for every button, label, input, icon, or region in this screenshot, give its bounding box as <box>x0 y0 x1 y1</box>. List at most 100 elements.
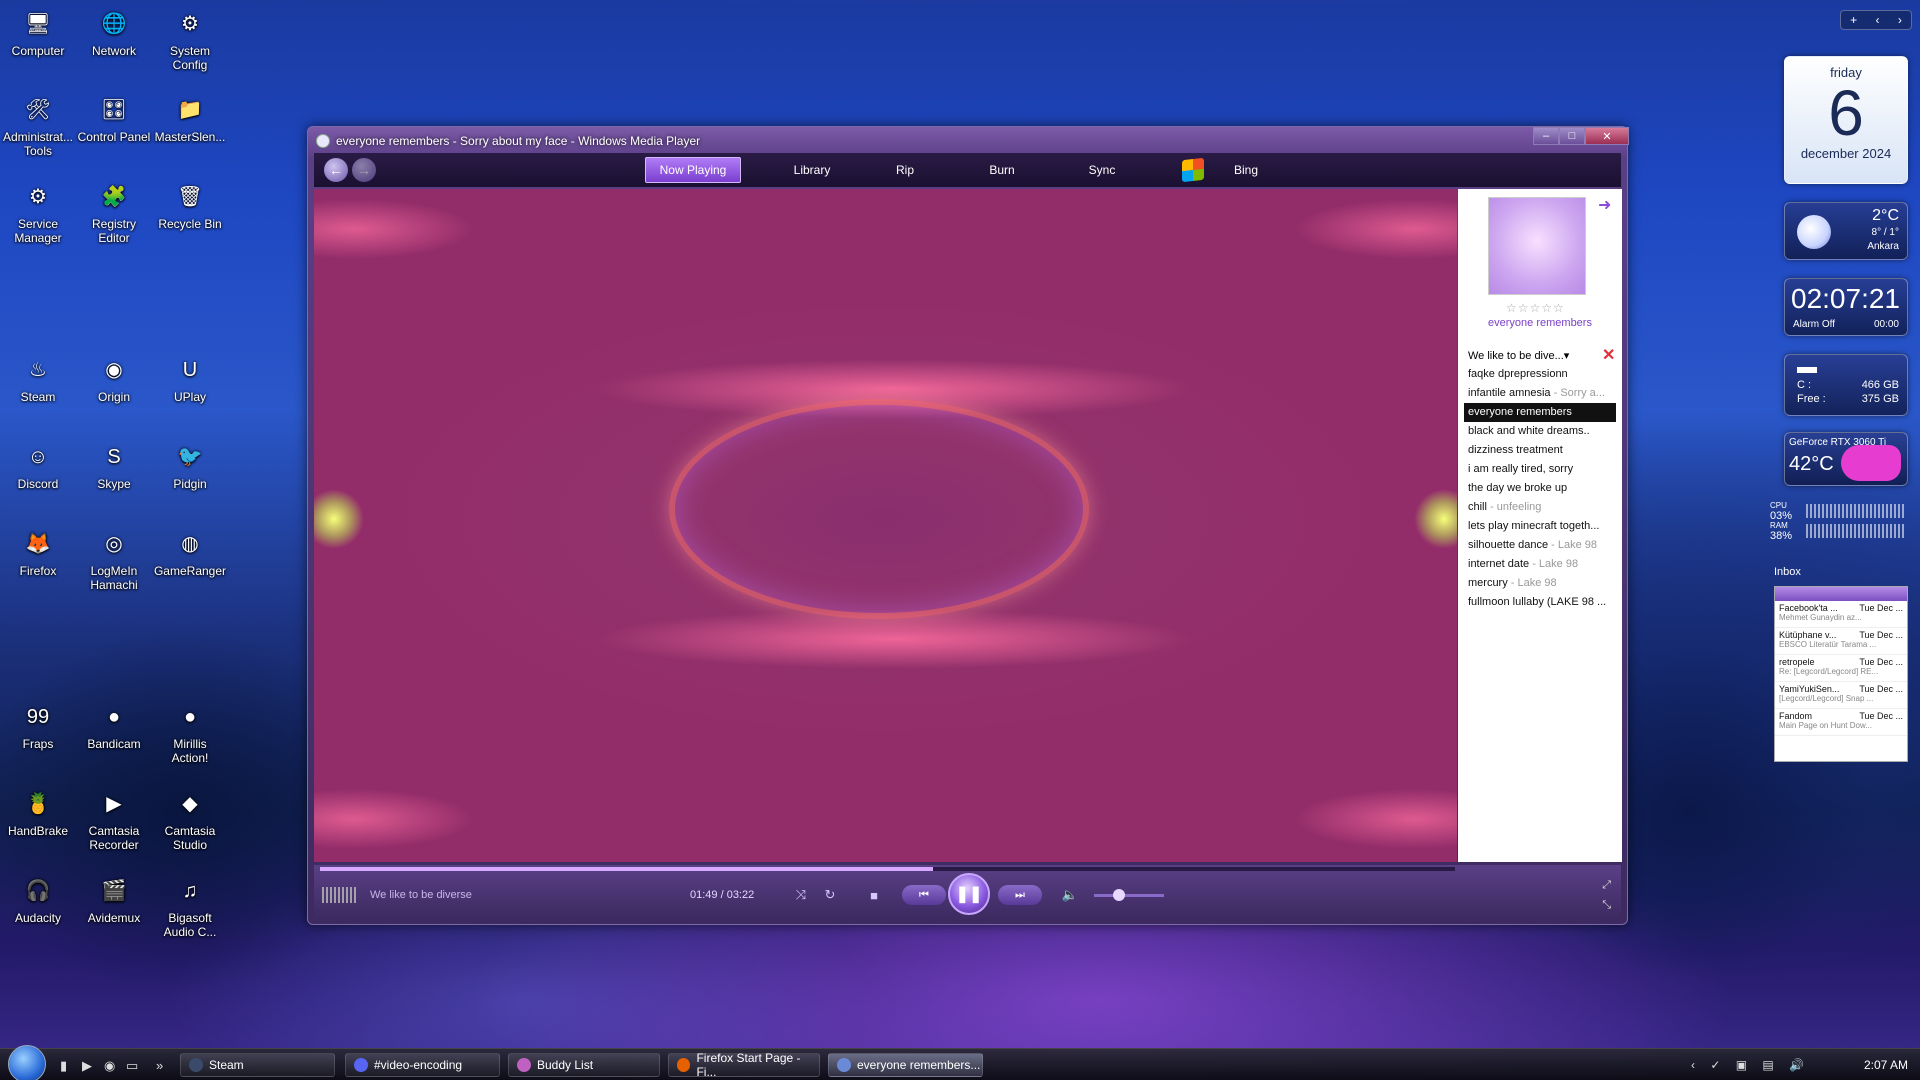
pause-button[interactable]: ❚❚ <box>948 873 990 915</box>
desktop-icon-discord[interactable]: ☺ Discord <box>0 441 76 491</box>
system-tray[interactable]: ‹ ✓ ▣ ▤ 🔊 <box>1691 1058 1810 1072</box>
mute-button[interactable]: 🔈 <box>1059 884 1081 906</box>
prev-icon[interactable]: ‹ <box>1876 13 1880 27</box>
mail-item[interactable]: Facebook'ta ... Tue Dec ... Mehmet Gunaydi… <box>1775 601 1907 628</box>
calendar-gadget[interactable]: friday 6 december 2024 <box>1784 56 1908 184</box>
sidebar-controls[interactable]: + ‹ › <box>1840 10 1912 30</box>
playlist-item[interactable]: fullmoon lullaby (LAKE 98 ... <box>1464 593 1616 612</box>
clear-list-icon[interactable]: ✕ <box>1602 345 1615 365</box>
taskbar-button[interactable]: Buddy List <box>508 1053 660 1077</box>
weather-gadget[interactable]: 2°C 8° / 1° Ankara <box>1784 202 1908 260</box>
playlist-item[interactable]: the day we broke up <box>1464 479 1616 498</box>
playlist-item[interactable]: black and white dreams.. <box>1464 422 1616 441</box>
tab-burn[interactable]: Burn <box>974 157 1030 183</box>
mail-item[interactable]: Fandom Tue Dec ... Main Page on Hunt Dow..… <box>1775 709 1907 736</box>
desktop-icon-registry-editor[interactable]: 🧩 Registry Editor <box>76 181 152 245</box>
tab-sync[interactable]: Sync <box>1074 157 1130 183</box>
desktop-icon-admin-tools[interactable]: 🛠 Administrat... Tools <box>0 94 76 158</box>
desktop-icon-bandicam[interactable]: ● Bandicam <box>76 701 152 751</box>
back-button[interactable]: ← <box>324 158 348 182</box>
taskbar-button[interactable]: everyone remembers... <box>828 1053 983 1077</box>
desktop-icon-bigasoft[interactable]: ♫ Bigasoft Audio C... <box>152 875 228 939</box>
media-player-quicklaunch-icon[interactable]: ▶ <box>82 1058 92 1074</box>
playlist-item[interactable]: faqke dprepressionn <box>1464 365 1616 384</box>
volume-knob[interactable] <box>1112 889 1125 901</box>
next-icon[interactable]: › <box>1898 13 1902 27</box>
add-gadget-icon[interactable]: + <box>1850 13 1857 27</box>
desktop-icon-recycle-bin[interactable]: 🗑 Recycle Bin <box>152 181 228 231</box>
taskbar-button[interactable]: Steam <box>180 1053 335 1077</box>
shuffle-button[interactable]: ⤨ <box>790 884 812 906</box>
stop-button[interactable]: ■ <box>863 884 885 906</box>
inbox-toolbar[interactable] <box>1775 587 1907 601</box>
app-quicklaunch-icon[interactable]: ◉ <box>104 1058 115 1074</box>
desktop-icon-firefox[interactable]: 🦊 Firefox <box>0 528 76 578</box>
seek-bar[interactable] <box>320 867 1455 871</box>
desktop-icon-skype[interactable]: S Skype <box>76 441 152 491</box>
desktop-icon-uplay[interactable]: U UPlay <box>152 354 228 404</box>
taskbar-clock[interactable]: 2:07 AM <box>1864 1058 1908 1072</box>
playlist-item[interactable]: i am really tired, sorry <box>1464 460 1616 479</box>
title-bar[interactable]: everyone remembers - Sorry about my face… <box>316 131 700 151</box>
rating-stars[interactable]: ☆☆☆☆☆ <box>1506 301 1565 315</box>
playlist-item[interactable]: silhouette dance - Lake 98 <box>1464 536 1616 555</box>
desktop-icon-computer[interactable]: 🖥 Computer <box>0 8 76 58</box>
album-title[interactable]: everyone remembers <box>1458 317 1622 329</box>
playlist-item[interactable]: mercury - Lake 98 <box>1464 574 1616 593</box>
album-art[interactable] <box>1488 197 1586 295</box>
desktop-icon-handbrake[interactable]: 🍍 HandBrake <box>0 788 76 838</box>
playlist-item[interactable]: everyone remembers <box>1464 403 1616 422</box>
quicklaunch-overflow-icon[interactable]: » <box>156 1058 163 1073</box>
desktop-icon-system-config[interactable]: ⚙ System Config <box>152 8 228 72</box>
desktop-icon-gameranger[interactable]: ◍ GameRanger <box>152 528 228 578</box>
windows-flag-icon[interactable] <box>1182 157 1204 183</box>
desktop-icon-camtasia-studio[interactable]: ◆ Camtasia Studio <box>152 788 228 852</box>
maximize-button[interactable]: □ <box>1559 127 1585 145</box>
playlist-item[interactable]: infantile amnesia - Sorry a... <box>1464 384 1616 403</box>
mail-item[interactable]: retropele Tue Dec ... Re: [Legcord/Legcord… <box>1775 655 1907 682</box>
desktop-icon-mirillis[interactable]: ● Mirillis Action! <box>152 701 228 765</box>
playlist-header[interactable]: We like to be dive...▾ <box>1468 349 1569 362</box>
close-button[interactable]: ✕ <box>1585 127 1629 145</box>
volume-slider[interactable] <box>1094 894 1164 897</box>
cpu-ram-meter[interactable]: CPU 03% RAM 38% <box>1770 502 1910 546</box>
time-display[interactable]: 01:49 / 03:22 <box>690 889 754 901</box>
desktop-icon-fraps[interactable]: 99 Fraps <box>0 701 76 751</box>
playlist-item[interactable]: chill - unfeeling <box>1464 498 1616 517</box>
forward-button[interactable]: → <box>352 158 376 182</box>
desktop-icon-network[interactable]: 🌐 Network <box>76 8 152 58</box>
gpu-gadget[interactable]: GeForce RTX 3060 Ti 42°C <box>1784 432 1908 486</box>
desktop-icon-service-manager[interactable]: ⚙ Service Manager <box>0 181 76 245</box>
switch-to-library-icon[interactable]: ⤢ <box>1602 879 1611 892</box>
minimize-button[interactable]: – <box>1533 127 1559 145</box>
taskbar-button[interactable]: Firefox Start Page - Fi... <box>668 1051 820 1079</box>
switch-windows-icon[interactable]: ▭ <box>126 1058 138 1074</box>
start-button[interactable] <box>8 1045 46 1080</box>
wmp-window[interactable]: everyone remembers - Sorry about my face… <box>307 126 1629 925</box>
desktop-icon-steam[interactable]: ♨ Steam <box>0 354 76 404</box>
clock-gadget[interactable]: 02:07:21 Alarm Off 00:00 <box>1784 278 1908 336</box>
desktop-icon-avidemux[interactable]: 🎬 Avidemux <box>76 875 152 925</box>
playlist-item[interactable]: lets play minecraft togeth... <box>1464 517 1616 536</box>
show-desktop-icon[interactable]: ▮ <box>60 1058 67 1074</box>
playlist-item[interactable]: dizziness treatment <box>1464 441 1616 460</box>
tab-now-playing[interactable]: Now Playing <box>645 157 741 183</box>
tab-rip[interactable]: Rip <box>880 157 930 183</box>
desktop-icon-hamachi[interactable]: ◎ LogMeIn Hamachi <box>76 528 152 592</box>
desktop-icon-pidgin[interactable]: 🐦 Pidgin <box>152 441 228 491</box>
drive-gadget[interactable]: C : 466 GB Free : 375 GB <box>1784 354 1908 416</box>
tab-library[interactable]: Library <box>772 157 852 183</box>
previous-button[interactable]: ⏮ <box>902 885 946 905</box>
go-arrow-icon[interactable]: ➜ <box>1598 195 1611 215</box>
next-button[interactable]: ⏭ <box>998 885 1042 905</box>
full-screen-icon[interactable]: ⤡ <box>1602 899 1611 912</box>
desktop-icon-audacity[interactable]: 🎧 Audacity <box>0 875 76 925</box>
playlist-item[interactable]: internet date - Lake 98 <box>1464 555 1616 574</box>
repeat-button[interactable]: ↻ <box>819 884 841 906</box>
equalizer-icon[interactable] <box>322 887 356 903</box>
visualization[interactable] <box>314 189 1457 862</box>
desktop-icon-camtasia-recorder[interactable]: ▶ Camtasia Recorder <box>76 788 152 852</box>
taskbar-button[interactable]: #video-encoding <box>345 1053 500 1077</box>
inbox-gadget[interactable]: Inbox Facebook'ta ... Tue Dec ... Mehmet G… <box>1774 566 1910 762</box>
desktop-icon-control-panel[interactable]: 🎛 Control Panel <box>76 94 152 144</box>
